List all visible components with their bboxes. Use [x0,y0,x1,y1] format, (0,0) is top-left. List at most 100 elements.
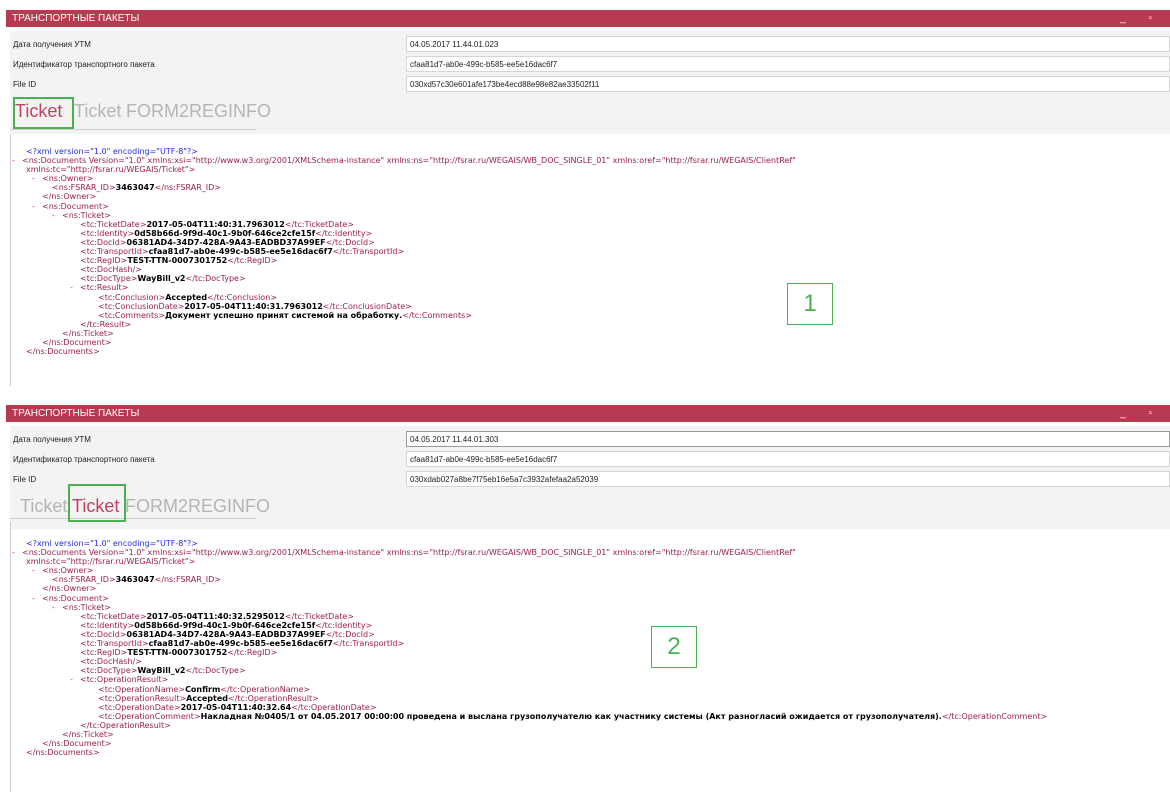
xml-text-value: WayBill_v2 [137,666,186,676]
tabs-underline [10,518,256,519]
field-value-file-id[interactable]: 030xdab027a8be7f75eb16e5a7c3932afefaa2a5… [406,471,1170,487]
xml-transport-id[interactable]: <tc:TransportId>cfaa81d7-ab0e-499c-b585-… [12,639,1162,648]
xml-ticket-close[interactable]: </ns:Ticket> [12,329,1162,338]
tabs-underline [10,129,256,130]
xml-tag: </ns:FSRAR_ID> [154,183,221,193]
collapse-toggle-icon[interactable]: - [52,211,62,220]
xml-root-open[interactable]: - <ns:Documents Version="1.0" xmlns:xsi="… [12,156,1162,165]
xml-doc-hash[interactable]: <tc:DocHash/> [12,657,1162,666]
xml-tag: <tc:DocType> [80,666,138,676]
xml-tag: <tc:Identity> [80,620,135,630]
xml-owner-open[interactable]: - <ns:Owner> [12,566,1162,575]
xml-owner-close[interactable]: </ns:Owner> [12,192,1162,201]
xml-identity[interactable]: <tc:Identity>0d58b66d-9f9d-40c1-9b0f-646… [12,229,1162,238]
xml-tag: <tc:DocId> [80,237,127,247]
window-controls[interactable]: _ ▫ [1120,10,1162,27]
field-value-file-id[interactable]: 030xd57c30e601afe173be4ecd88e98e82ae3350… [406,76,1170,92]
xml-ticket-date[interactable]: <tc:TicketDate>2017-05-04T11:40:32.52950… [12,612,1162,621]
xml-doc-type[interactable]: <tc:DocType>WayBill_v2</tc:DocType> [12,274,1162,283]
field-value-utm-date[interactable]: 04.05.2017 11.44.01.023 [406,36,1170,52]
xml-text-value: TEST-TTN-0007301752 [127,648,228,658]
field-value-packet-id[interactable]: cfaa81d7-ab0e-499c-b585-ee5e16dac6f7 [406,451,1170,467]
xml-doc-id[interactable]: <tc:DocId>06381AD4-34D7-428A-9A43-EADBD3… [12,630,1162,639]
xml-root-close[interactable]: </ns:Documents> [12,347,1162,356]
collapse-toggle-icon[interactable]: - [32,566,42,575]
xml-ticket-close[interactable]: </ns:Ticket> [12,730,1162,739]
collapse-toggle-icon[interactable]: - [12,548,22,557]
xml-transport-id[interactable]: <tc:TransportId>cfaa81d7-ab0e-499c-b585-… [12,247,1162,256]
xml-doc-id[interactable]: <tc:DocId>06381AD4-34D7-428A-9A43-EADBD3… [12,238,1162,247]
xml-declaration[interactable]: <?xml version="1.0" encoding="UTF-8"?> [12,539,1162,548]
xml-result-open[interactable]: - <tc:Result> [12,283,1162,292]
collapse-toggle-icon[interactable]: - [32,174,42,183]
xml-fsrar-id[interactable]: <ns:FSRAR_ID>3463047</ns:FSRAR_ID> [12,575,1162,584]
xml-operation-name[interactable]: <tc:OperationName>Confirm</tc:OperationN… [12,685,1162,694]
xml-comments[interactable]: <tc:Comments>Документ успешно принят сис… [12,311,1162,320]
xml-operation-comment[interactable]: <tc:OperationComment>Накладная №0405/1 о… [12,712,1162,721]
tab-form2reginfo[interactable]: FORM2REGINFO [125,496,270,517]
xml-tag: <tc:TransportId> [80,247,149,257]
xml-result-close[interactable]: </tc:Result> [12,320,1162,329]
xml-conclusion[interactable]: <tc:Conclusion>Accepted</tc:Conclusion> [12,293,1162,302]
collapse-toggle-icon[interactable]: - [52,603,62,612]
xml-doc-type[interactable]: <tc:DocType>WayBill_v2</tc:DocType> [12,666,1162,675]
xml-tag: <tc:OperationDate> [98,702,181,712]
collapse-toggle-icon[interactable]: - [32,202,42,211]
xml-document-open[interactable]: - <ns:Document> [12,594,1162,603]
xml-doc-hash[interactable]: <tc:DocHash/> [12,265,1162,274]
xml-owner-open[interactable]: - <ns:Owner> [12,174,1162,183]
window-titlebar: ТРАНСПОРТНЫЕ ПАКЕТЫ _ ▫ [6,10,1170,27]
xml-tag: <?xml version="1.0" encoding="UTF-8"?> [26,539,198,548]
xml-document-close[interactable]: </ns:Document> [12,338,1162,347]
collapse-toggle-icon[interactable]: - [32,594,42,603]
xml-reg-id[interactable]: <tc:RegID>TEST-TTN-0007301752</tc:RegID> [12,256,1162,265]
xml-ticket-open[interactable]: - <ns:Ticket> [12,603,1162,612]
xml-root-close[interactable]: </ns:Documents> [12,748,1162,757]
tab-ticket-1[interactable]: Ticket [20,496,67,517]
xml-tag: <tc:RegID> [80,256,128,266]
field-row-packet-id: Идентификатор транспортного пакета cfaa8… [10,450,1170,469]
xml-tag: </tc:Comments> [402,310,472,320]
xml-declaration[interactable]: <?xml version="1.0" encoding="UTF-8"?> [12,147,1162,156]
xml-operation-date[interactable]: <tc:OperationDate>2017-05-04T11:40:32.64… [12,703,1162,712]
xml-tag: <tc:OperationResult> [98,693,187,703]
window-title: ТРАНСПОРТНЫЕ ПАКЕТЫ [12,408,140,419]
xml-operation-result-close[interactable]: </tc:OperationResult> [12,721,1162,730]
xml-conclusion-date[interactable]: <tc:ConclusionDate>2017-05-04T11:40:31.7… [12,302,1162,311]
xml-tag: <tc:ConclusionDate> [98,301,185,311]
field-row-file-id: File ID 030xd57c30e601afe173be4ecd88e98e… [10,75,1170,94]
field-value-packet-id[interactable]: cfaa81d7-ab0e-499c-b585-ee5e16dac6f7 [406,56,1170,72]
highlight-box [68,484,126,522]
xml-document-close[interactable]: </ns:Document> [12,739,1162,748]
tabs-bar: Ticket Ticket FORM2REGINFO [10,494,1170,529]
xml-tag: <tc:DocId> [80,629,127,639]
xml-owner-close[interactable]: </ns:Owner> [12,584,1162,593]
xml-ticket-date[interactable]: <tc:TicketDate>2017-05-04T11:40:31.79630… [12,220,1162,229]
window-controls[interactable]: _ ▫ [1120,405,1162,422]
xml-root-open-cont[interactable]: xmlns:tc="http://fsrar.ru/WEGAIS/Ticket"… [12,557,1162,566]
field-value-utm-date[interactable]: 04.05.2017 11.44.01.303 [406,431,1170,447]
xml-tag: </tc:TransportId> [332,639,405,649]
xml-fsrar-id[interactable]: <ns:FSRAR_ID>3463047</ns:FSRAR_ID> [12,183,1162,192]
collapse-toggle-icon[interactable]: - [70,675,80,684]
xml-root-open[interactable]: - <ns:Documents Version="1.0" xmlns:xsi="… [12,548,1162,557]
xml-tag: </ns:Document> [42,337,112,347]
collapse-toggle-icon[interactable]: - [70,283,80,292]
tab-form2reginfo[interactable]: FORM2REGINFO [126,101,271,122]
xml-document-open[interactable]: - <ns:Document> [12,202,1162,211]
xml-root-open-cont[interactable]: xmlns:tc="http://fsrar.ru/WEGAIS/Ticket"… [12,165,1162,174]
xml-text-value: Накладная №0405/1 от 04.05.2017 00:00:00… [200,711,942,721]
tab-ticket-2[interactable]: Ticket [74,101,121,122]
xml-identity[interactable]: <tc:Identity>0d58b66d-9f9d-40c1-9b0f-646… [12,621,1162,630]
xml-tag: <ns:FSRAR_ID> [52,575,116,585]
annotation-label-2: 2 [651,626,697,668]
xml-reg-id[interactable]: <tc:RegID>TEST-TTN-0007301752</tc:RegID> [12,648,1162,657]
xml-tag: <ns:Ticket> [62,210,112,220]
xml-operation-result[interactable]: <tc:OperationResult>Accepted</tc:Operati… [12,694,1162,703]
left-border [10,134,11,386]
xml-operation-result-open[interactable]: - <tc:OperationResult> [12,675,1162,684]
collapse-toggle-icon[interactable]: - [12,156,22,165]
transport-packages-panel-2: ТРАНСПОРТНЫЕ ПАКЕТЫ _ ▫ Дата получения У… [0,402,1170,792]
xml-ticket-open[interactable]: - <ns:Ticket> [12,211,1162,220]
field-row-file-id: File ID 030xdab027a8be7f75eb16e5a7c3932a… [10,470,1170,489]
